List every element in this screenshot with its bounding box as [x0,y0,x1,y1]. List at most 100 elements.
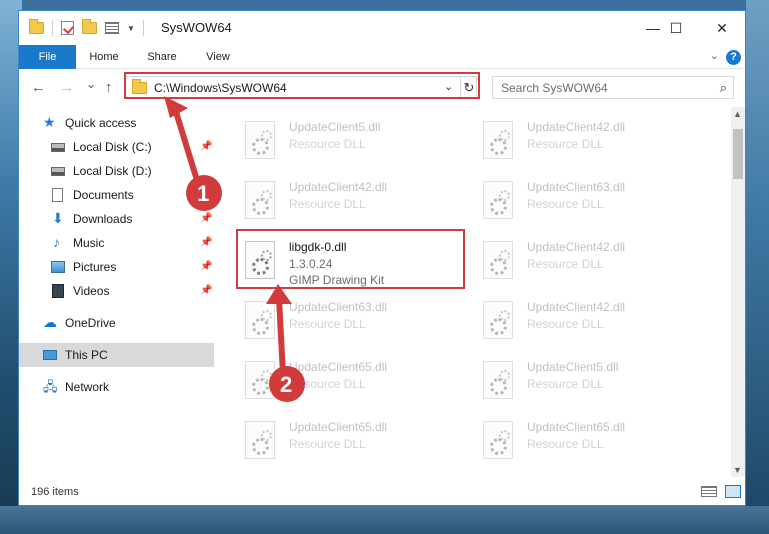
scroll-down-arrow-icon[interactable]: ▼ [733,465,742,475]
file-item[interactable]: UpdateClient63.dll Resource DLL [477,177,707,227]
sidebar-item-pictures[interactable]: Pictures 📌 [19,255,214,279]
pin-icon[interactable]: 📌 [200,135,212,159]
file-item[interactable]: UpdateClient42.dll Resource DLL [239,177,469,227]
desktop-background-right [746,0,769,534]
sidebar-item-local-disk-d[interactable]: Local Disk (D:) [19,159,214,183]
sidebar-item-documents[interactable]: Documents 📌 [19,183,214,207]
file-item[interactable]: UpdateClient65.dll Resource DLL [477,417,707,467]
scrollbar-thumb[interactable] [733,129,743,179]
back-arrow-icon[interactable]: ← [31,79,46,96]
sidebar-item-local-disk-c[interactable]: Local Disk (C:) 📌 [19,135,214,159]
file-name: UpdateClient42.dll [527,300,626,314]
status-bar: 196 items [19,477,745,505]
sidebar-item-label: Downloads [73,212,133,226]
pictures-icon [51,261,65,273]
sidebar-item-videos[interactable]: Videos 📌 [19,279,214,303]
pin-icon[interactable]: 📌 [200,207,212,231]
file-item[interactable]: UpdateClient63.dll Resource DLL [239,297,469,347]
tab-view[interactable]: View [193,45,243,69]
sidebar-item-label: Local Disk (D:) [73,164,152,178]
address-highlight-box [124,72,480,99]
tab-share[interactable]: Share [137,45,187,69]
sidebar-item-label: Documents [73,188,134,202]
sidebar-item-label: Quick access [65,116,137,130]
vertical-scrollbar[interactable]: ▲ ▼ [731,107,745,477]
desktop-background-bottom [0,506,769,534]
close-button[interactable]: ✕ [699,11,745,45]
customize-toolbar-chevron-icon[interactable]: ▼ [127,24,135,33]
dll-file-icon [483,181,513,219]
videos-icon [52,284,64,298]
dll-file-icon [245,421,275,459]
file-item[interactable]: UpdateClient65.dll Resource DLL [239,417,469,467]
file-description: Resource DLL [289,317,366,331]
tab-home[interactable]: Home [79,45,129,69]
dll-file-icon [483,421,513,459]
file-item[interactable]: UpdateClient42.dll Resource DLL [477,117,707,167]
dll-file-icon [245,181,275,219]
sidebar-item-label: Network [65,380,110,394]
title-bar: ▼ SysWOW64 — ☐ ✕ [19,11,745,45]
sidebar-item-quick-access[interactable]: ★ Quick access [19,111,214,135]
file-description: Resource DLL [527,317,604,331]
folder-icon [29,19,44,34]
file-name: UpdateClient5.dll [289,120,381,134]
dll-file-icon [483,241,513,279]
sidebar-item-label: Local Disk (C:) [73,140,152,154]
file-item[interactable]: UpdateClient65.dll Resource DLL [239,357,469,407]
file-description: Resource DLL [289,137,366,151]
file-name: UpdateClient65.dll [527,420,626,434]
tab-file[interactable]: File [19,45,76,69]
star-icon: ★ [43,114,56,130]
file-name: UpdateClient42.dll [527,120,626,134]
file-item[interactable]: UpdateClient5.dll Resource DLL [239,117,469,167]
documents-icon [52,188,63,202]
toolbar-divider [52,20,53,36]
sidebar-item-music[interactable]: ♪ Music 📌 [19,231,214,255]
file-description: Resource DLL [289,437,366,451]
forward-arrow-icon[interactable]: → [59,79,74,96]
large-icons-view-icon[interactable] [725,485,741,498]
up-arrow-icon[interactable]: ↑ [105,79,113,96]
pin-icon[interactable]: 📌 [200,231,212,255]
cloud-icon: ☁ [43,314,57,330]
new-folder-icon[interactable] [82,19,97,34]
properties-icon[interactable] [105,22,119,34]
help-icon[interactable]: ? [726,50,741,65]
quick-access-toolbar: ▼ [29,19,144,36]
maximize-button[interactable]: ☐ [653,11,699,45]
file-list: UpdateClient5.dll Resource DLL UpdateCli… [215,107,729,477]
file-item[interactable]: UpdateClient42.dll Resource DLL [477,297,707,347]
file-name: UpdateClient65.dll [289,360,388,374]
file-name: UpdateClient42.dll [527,240,626,254]
disk-icon [51,167,65,176]
file-name: UpdateClient63.dll [527,180,626,194]
file-description: Resource DLL [289,377,366,391]
pin-icon[interactable]: 📌 [200,255,212,279]
sidebar-item-onedrive[interactable]: ☁ OneDrive [19,311,214,335]
pin-icon[interactable]: 📌 [200,183,212,207]
file-description: Resource DLL [527,257,604,271]
sidebar-item-network[interactable]: 🖧 Network [19,375,214,399]
file-item[interactable]: UpdateClient42.dll Resource DLL [477,237,707,287]
file-item[interactable]: UpdateClient5.dll Resource DLL [477,357,707,407]
sidebar-item-downloads[interactable]: ⬇ Downloads 📌 [19,207,214,231]
scroll-up-arrow-icon[interactable]: ▲ [733,109,742,119]
sidebar-item-label: OneDrive [65,316,116,330]
ribbon-tabs: File Home Share View ⌄ ? [19,45,745,69]
sidebar-item-this-pc[interactable]: This PC [19,343,214,367]
search-input[interactable]: Search SysWOW64 ⌕ [492,76,734,99]
download-icon: ⬇ [52,210,64,226]
computer-icon [43,350,57,360]
pin-icon[interactable]: 📌 [200,279,212,303]
file-description: Resource DLL [527,137,604,151]
expand-ribbon-chevron-icon[interactable]: ⌄ [710,49,719,62]
properties-check-icon[interactable] [61,21,74,35]
sidebar-item-label: Videos [73,284,110,298]
file-name: UpdateClient5.dll [527,360,619,374]
sidebar-item-label: Music [73,236,105,250]
details-view-icon[interactable] [701,486,717,497]
disk-icon [51,143,65,152]
recent-locations-chevron-icon[interactable]: ⌄ [86,77,96,91]
dll-file-icon [483,121,513,159]
